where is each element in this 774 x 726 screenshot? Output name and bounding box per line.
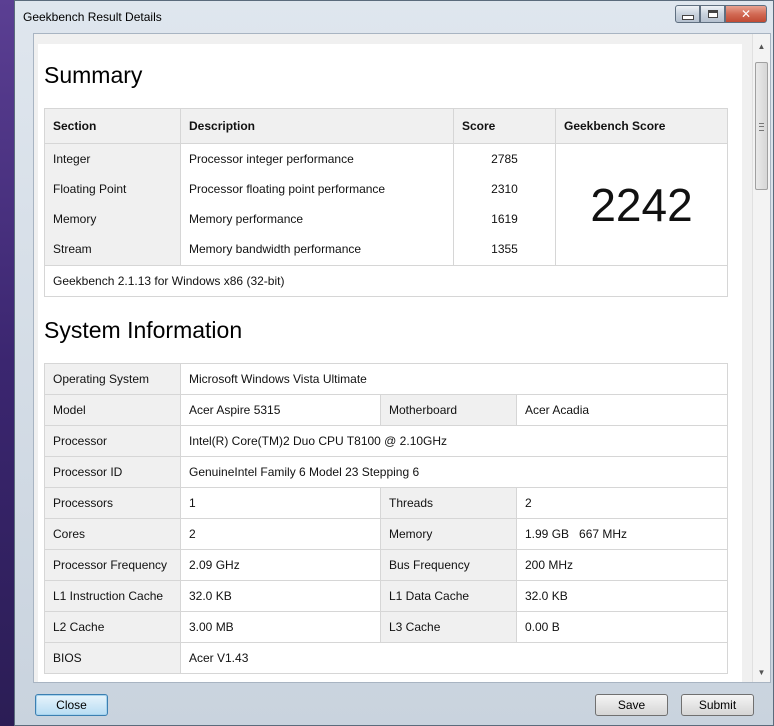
header-score: Score (453, 108, 556, 144)
section-cell: Memory (44, 203, 181, 234)
description-cell: Processor integer performance (180, 143, 454, 174)
description-cell: Memory performance (180, 203, 454, 234)
info-row: Processor Intel(R) Core(TM)2 Duo CPU T81… (44, 425, 728, 457)
close-icon: ✕ (740, 7, 752, 21)
info-row: Model Acer Aspire 5315 Motherboard Acer … (44, 394, 728, 426)
processor-value: Intel(R) Core(TM)2 Duo CPU T8100 @ 2.10G… (180, 425, 728, 457)
processor-id-value: GenuineIntel Family 6 Model 23 Stepping … (180, 456, 728, 488)
motherboard-value: Acer Acadia (516, 394, 728, 426)
l1-instruction-cache-value: 32.0 KB (180, 580, 381, 612)
threads-label: Threads (380, 487, 517, 519)
title-bar[interactable]: Geekbench Result Details ✕ (15, 1, 773, 35)
l1-data-cache-value: 32.0 KB (516, 580, 728, 612)
scroll-up-icon[interactable]: ▲ (753, 38, 770, 54)
os-value: Microsoft Windows Vista Ultimate (180, 363, 728, 395)
processor-frequency-label: Processor Frequency (44, 549, 181, 581)
os-label: Operating System (44, 363, 181, 395)
section-cell: Stream (44, 233, 181, 266)
system-info-table: Operating System Microsoft Windows Vista… (44, 363, 728, 674)
info-row: Processors 1 Threads 2 (44, 487, 728, 519)
score-cell: 2310 (453, 173, 556, 204)
score-cell: 2785 (453, 143, 556, 174)
memory-value: 1.99 GB 667 MHz (516, 518, 728, 550)
grip-icon (759, 123, 764, 131)
processors-label: Processors (44, 487, 181, 519)
info-row: Operating System Microsoft Windows Vista… (44, 363, 728, 395)
summary-table: Section Description Score Geekbench Scor… (44, 108, 728, 297)
scroll-thumb[interactable] (755, 62, 768, 190)
summary-header-row: Section Description Score Geekbench Scor… (44, 108, 728, 144)
l2-cache-value: 3.00 MB (180, 611, 381, 643)
report-page: Summary Section Description Score Geekbe… (38, 44, 742, 682)
l1-data-cache-label: L1 Data Cache (380, 580, 517, 612)
info-row: L1 Instruction Cache 32.0 KB L1 Data Cac… (44, 580, 728, 612)
geekbench-score-value: 2242 (555, 143, 728, 266)
report-viewer: Summary Section Description Score Geekbe… (33, 33, 771, 683)
header-description: Description (180, 108, 454, 144)
header-section: Section (44, 108, 181, 144)
minimize-button[interactable] (675, 5, 700, 23)
l3-cache-label: L3 Cache (380, 611, 517, 643)
description-cell: Processor floating point performance (180, 173, 454, 204)
description-cell: Memory bandwidth performance (180, 233, 454, 266)
result-details-window: Geekbench Result Details ✕ Summary Secti… (14, 0, 774, 726)
vertical-scrollbar[interactable]: ▲ ▼ (752, 34, 770, 682)
model-value: Acer Aspire 5315 (180, 394, 381, 426)
info-row: Cores 2 Memory 1.99 GB 667 MHz (44, 518, 728, 550)
cores-label: Cores (44, 518, 181, 550)
section-cell: Floating Point (44, 173, 181, 204)
threads-value: 2 (516, 487, 728, 519)
motherboard-label: Motherboard (380, 394, 517, 426)
scroll-down-icon[interactable]: ▼ (753, 664, 770, 680)
info-row: L2 Cache 3.00 MB L3 Cache 0.00 B (44, 611, 728, 643)
caption-buttons: ✕ (675, 5, 767, 25)
cores-value: 2 (180, 518, 381, 550)
window-title: Geekbench Result Details (23, 10, 162, 24)
score-cell: 1619 (453, 203, 556, 234)
header-geekbench-score: Geekbench Score (555, 108, 728, 144)
bios-value: Acer V1.43 (180, 642, 728, 674)
l2-cache-label: L2 Cache (44, 611, 181, 643)
close-button[interactable]: Close (35, 694, 108, 716)
save-button[interactable]: Save (595, 694, 668, 716)
version-note: Geekbench 2.1.13 for Windows x86 (32-bit… (44, 265, 728, 297)
minimize-icon (681, 14, 694, 20)
section-cell: Integer (44, 143, 181, 174)
summary-heading: Summary (44, 62, 143, 88)
system-info-heading: System Information (44, 317, 243, 343)
close-window-button[interactable]: ✕ (725, 5, 767, 23)
report-scroll-area[interactable]: Summary Section Description Score Geekbe… (34, 34, 754, 682)
maximize-icon (707, 10, 718, 18)
processors-value: 1 (180, 487, 381, 519)
processor-frequency-value: 2.09 GHz (180, 549, 381, 581)
score-cell: 1355 (453, 233, 556, 266)
info-row: Processor Frequency 2.09 GHz Bus Frequen… (44, 549, 728, 581)
version-row: Geekbench 2.1.13 for Windows x86 (32-bit… (44, 265, 728, 297)
memory-label: Memory (380, 518, 517, 550)
model-label: Model (44, 394, 181, 426)
bus-frequency-label: Bus Frequency (380, 549, 517, 581)
processor-id-label: Processor ID (44, 456, 181, 488)
summary-row: Integer Processor integer performance 27… (44, 143, 728, 266)
maximize-button[interactable] (700, 5, 725, 23)
info-row: Processor ID GenuineIntel Family 6 Model… (44, 456, 728, 488)
info-row: BIOS Acer V1.43 (44, 642, 728, 674)
l3-cache-value: 0.00 B (516, 611, 728, 643)
l1-instruction-cache-label: L1 Instruction Cache (44, 580, 181, 612)
bios-label: BIOS (44, 642, 181, 674)
processor-label: Processor (44, 425, 181, 457)
bus-frequency-value: 200 MHz (516, 549, 728, 581)
submit-button[interactable]: Submit (681, 694, 754, 716)
